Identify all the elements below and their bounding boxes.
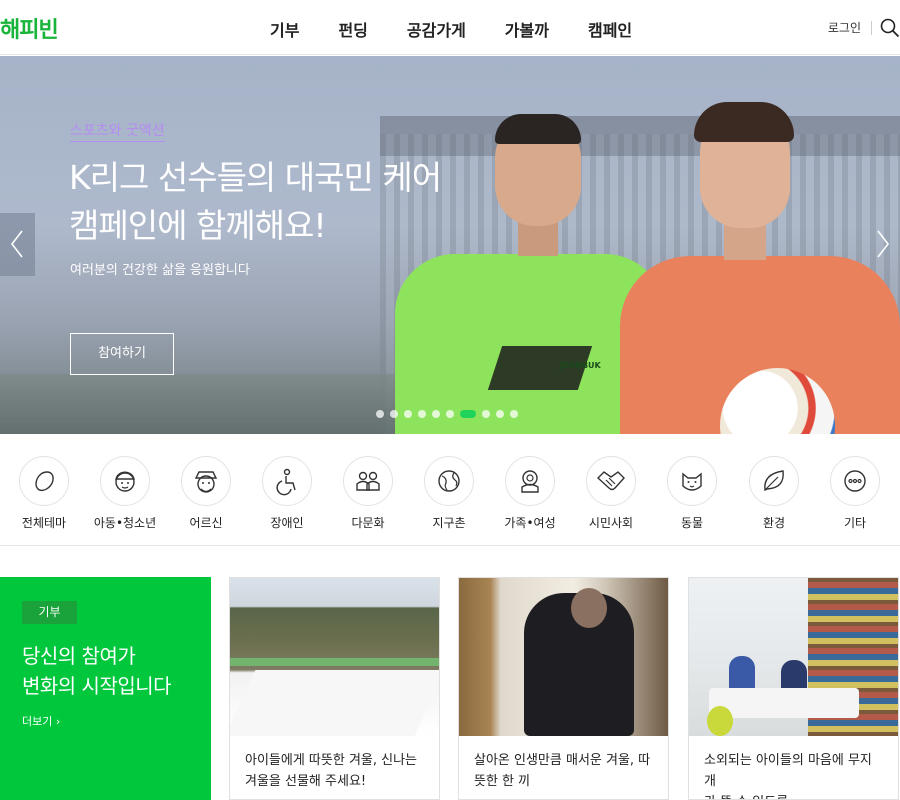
category-civic[interactable]: 시민사회 [571,456,651,531]
hero-title-line2: 캠페인에 함께해요! [69,206,327,245]
category-label: 전체테마 [21,516,67,530]
category-multicultural[interactable]: 다문화 [328,456,408,531]
nav-visit[interactable]: 가볼까 [505,17,549,41]
donation-cards: 기부 당신의 참여가 변화의 시작입니다 더보기 › 아이들에게 따뜻한 겨울,… [0,577,900,800]
elder-icon [181,456,231,506]
nav-donate[interactable]: 기부 [270,17,299,41]
cat-icon [667,456,717,506]
card-title-line1: 살아온 인생만큼 매서운 겨울, 따 [474,753,651,768]
pagination-dot[interactable] [482,410,490,418]
card-title-line1: 소외되는 아이들의 마음에 무지개 [704,753,872,789]
category-etc[interactable]: 기타 [815,456,895,531]
leaf-icon [749,456,799,506]
prev-slide-button[interactable] [0,213,35,276]
category-global[interactable]: 지구촌 [409,456,489,531]
category-environment[interactable]: 환경 [734,456,814,531]
category-animal[interactable]: 동물 [652,456,732,531]
card-title: 아이들에게 따뜻한 겨울, 신나는 겨울을 선물해 주세요! [230,736,439,792]
hero-category[interactable]: 스포츠와 굿액션 [70,120,165,142]
card-image-sledding [230,578,439,736]
player-green-hair [495,114,581,144]
pagination-dot[interactable] [418,410,426,418]
chevron-left-icon [10,230,23,258]
family-icon [505,456,555,506]
category-label: 동물 [680,516,704,530]
card-title-line2: 가 뜰 수 있도록 [704,792,883,799]
hero-title-line1: K리그 선수들의 대국민 케어 [69,158,442,197]
card-title: 살아온 인생만큼 매서운 겨울, 따 뜻한 한 끼 [459,736,668,792]
image-detail [571,588,607,628]
category-family[interactable]: 가족•여성 [490,456,570,531]
donation-card[interactable]: 살아온 인생만큼 매서운 겨울, 따 뜻한 한 끼 [458,577,669,800]
promo-title: 당신의 참여가 변화의 시작입니다 [22,641,172,701]
pagination-dot[interactable] [446,410,454,418]
pagination-dot[interactable] [432,410,440,418]
jersey-text: JEONBUK [560,361,601,370]
pagination-dot[interactable] [510,410,518,418]
card-title-line2: 뜻한 한 끼 [474,774,531,789]
egg-icon [19,456,69,506]
image-detail [707,706,733,736]
more-icon [830,456,880,506]
card-image-classroom [689,578,898,736]
pagination-dot[interactable] [496,410,504,418]
header-utils: 로그인 [828,18,900,38]
category-label: 환경 [762,516,786,530]
search-icon[interactable] [880,18,900,38]
pagination-dot-active[interactable] [460,410,476,418]
donation-card[interactable]: 소외되는 아이들의 마음에 무지개 가 뜰 수 있도록 [688,577,899,800]
image-detail [729,656,755,692]
donation-card[interactable]: 아이들에게 따뜻한 겨울, 신나는 겨울을 선물해 주세요! [229,577,440,800]
category-label: 다문화 [351,516,385,530]
hero-subtitle: 여러분의 건강한 삶을 응원합니다 [70,263,250,278]
nav-campaign[interactable]: 캠페인 [588,17,632,41]
card-title-line1: 아이들에게 따뜻한 겨울, 신나는 [245,753,418,768]
globe-icon [424,456,474,506]
chevron-right-icon [877,230,890,258]
category-label: 지구촌 [432,516,466,530]
nav-store[interactable]: 공감가게 [407,17,466,41]
main-nav: 기부 펀딩 공감가게 가볼까 캠페인 [270,17,671,41]
wheelchair-icon [262,456,312,506]
people-icon [343,456,393,506]
card-title-line2: 겨울을 선물해 주세요! [245,774,367,789]
category-all[interactable]: 전체테마 [4,456,84,531]
more-link[interactable]: 더보기 › [22,713,60,729]
category-label: 아동•청소년 [93,516,157,530]
category-elderly[interactable]: 어르신 [166,456,246,531]
hero-banner[interactable]: JEONBUK 스포츠와 굿액션 K리그 선수들의 대국민 케어 캠페인에 함께… [0,56,900,434]
pagination-dot[interactable] [390,410,398,418]
header: 해피빈 기부 펀딩 공감가게 가볼까 캠페인 로그인 [0,0,900,55]
pagination-dot[interactable] [376,410,384,418]
handshake-icon [586,456,636,506]
category-label: 가족•여성 [504,516,556,530]
promo-panel: 기부 당신의 참여가 변화의 시작입니다 더보기 › [0,577,211,800]
promo-title-line1: 당신의 참여가 [22,644,136,668]
slide-pagination [376,410,518,418]
category-disabled[interactable]: 장애인 [247,456,327,531]
next-slide-button[interactable] [865,213,900,276]
participate-button[interactable]: 참여하기 [70,333,174,375]
child-icon [100,456,150,506]
category-label: 기타 [843,516,867,530]
promo-title-line2: 변화의 시작입니다 [22,674,172,698]
nav-funding[interactable]: 펀딩 [338,17,367,41]
image-detail [230,670,439,736]
card-image-elder [459,578,668,736]
promo-badge: 기부 [22,601,77,624]
player-orange-hair [694,102,794,142]
category-label: 시민사회 [588,516,634,530]
category-children[interactable]: 아동•청소년 [85,456,165,531]
category-label: 장애인 [270,516,304,530]
pagination-dot[interactable] [404,410,412,418]
hero-title: K리그 선수들의 대국민 케어 캠페인에 함께해요! [69,154,489,250]
category-label: 어르신 [189,516,223,530]
card-title: 소외되는 아이들의 마음에 무지개 가 뜰 수 있도록 [689,736,898,799]
category-bar: 전체테마 아동•청소년 어르신 장애인 다문화 지구촌 가족•여성 시민사회 동… [0,434,900,546]
login-link[interactable]: 로그인 [828,21,872,35]
logo[interactable]: 해피빈 [0,12,59,44]
image-detail [230,658,439,666]
